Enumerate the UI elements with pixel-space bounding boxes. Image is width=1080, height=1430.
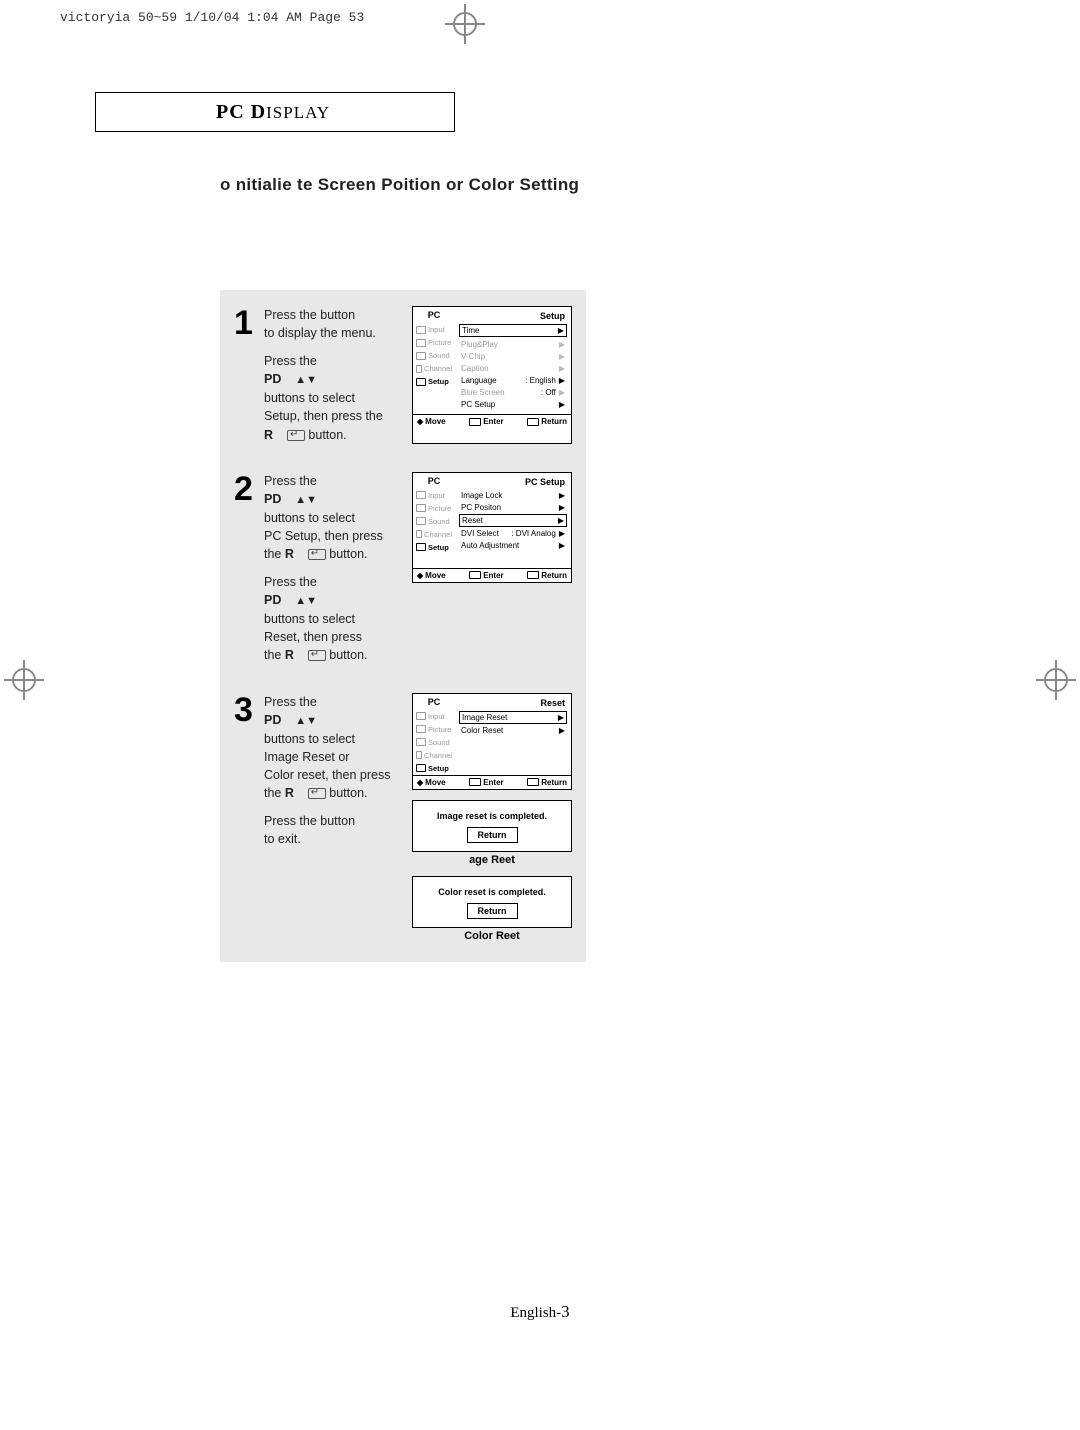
enter-icon [308,650,326,661]
enter-icon [469,418,481,426]
steps-panel: 1 Press the button to display the menu. … [220,290,586,962]
registration-mark-top [445,4,485,44]
registration-mark-right [1036,660,1076,700]
return-button[interactable]: Return [467,903,518,919]
enter-icon [287,430,305,441]
enter-icon [308,549,326,560]
osd-reset: PC Input Picture Sound Channel Setup Res… [412,693,572,790]
step-1: 1 Press the button to display the menu. … [234,306,572,444]
osd-side-header: PC [413,307,455,323]
section-title-box: PC DISPLAY [95,92,455,132]
page-heading: o nitialie te Screen Poition or Color Se… [220,175,579,195]
print-header: victoryia 50~59 1/10/04 1:04 AM Page 53 [60,10,364,25]
message-text: Color reset is completed. [419,887,565,897]
color-reset-caption: Color Reet [412,930,572,942]
step-text: Press the button to display the menu. Pr… [264,306,404,444]
return-icon [527,418,539,426]
osd-row: Time▶ [459,324,567,337]
osd-pc-setup: PC Input Picture Sound Channel Setup PC … [412,472,572,583]
step-text: Press the PD ▲▼ buttons to select PC Set… [264,472,404,665]
osd-title: PC Setup [459,475,567,490]
osd-setup: PC Input Picture Sound Channel Setup Set… [412,306,572,444]
osd-title: Reset [459,696,567,711]
enter-icon [308,788,326,799]
registration-mark-left [4,660,44,700]
image-reset-caption: age Reet [412,854,572,866]
return-button[interactable]: Return [467,827,518,843]
page-number: English-3 [0,1302,1080,1322]
message-text: Image reset is completed. [419,811,565,821]
step-3: 3 Press the PD ▲▼ buttons to select Imag… [234,693,572,942]
osd-title: Setup [459,309,567,324]
step-text: Press the PD ▲▼ buttons to select Image … [264,693,404,942]
osd-footer: ◆ Move Enter Return [413,414,571,428]
step-number: 2 [234,472,256,665]
step-2: 2 Press the PD ▲▼ buttons to select PC S… [234,472,572,665]
title-d: D [245,101,266,123]
image-reset-message: Image reset is completed. Return [412,800,572,852]
title-pc: PC [216,101,245,123]
title-isplay: ISPLAY [266,103,330,122]
step-number: 1 [234,306,256,444]
color-reset-message: Color reset is completed. Return [412,876,572,928]
step-number: 3 [234,693,256,942]
